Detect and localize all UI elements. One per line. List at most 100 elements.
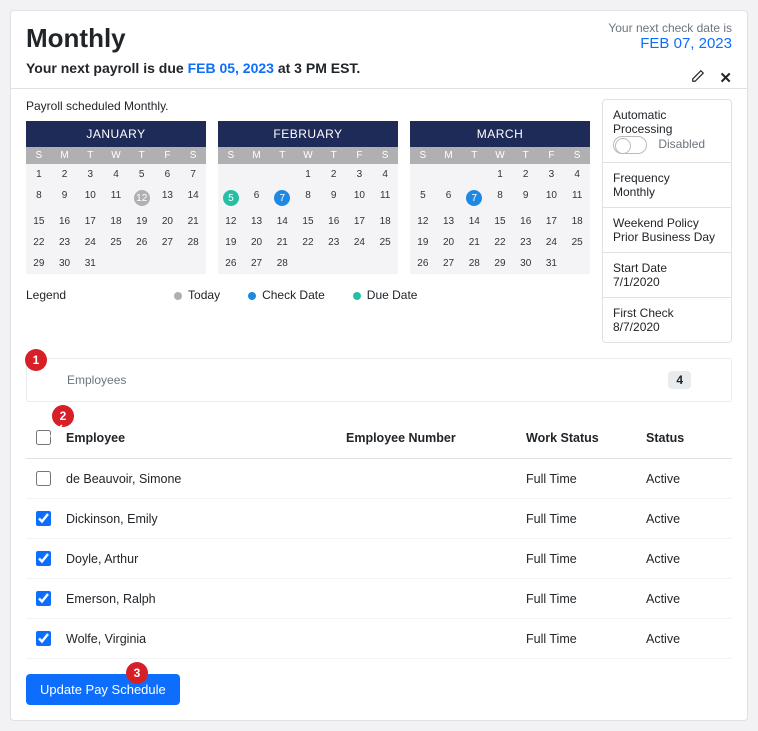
- day-cell[interactable]: 14: [180, 185, 206, 211]
- day-cell[interactable]: 17: [347, 211, 373, 232]
- update-pay-schedule-button[interactable]: Update Pay Schedule: [26, 674, 180, 705]
- day-cell[interactable]: 21: [180, 211, 206, 232]
- day-cell[interactable]: 3: [539, 164, 565, 185]
- day-cell[interactable]: 24: [539, 232, 565, 253]
- day-cell[interactable]: 18: [103, 211, 129, 232]
- day-cell[interactable]: 13: [155, 185, 181, 211]
- edit-icon[interactable]: [691, 69, 705, 87]
- day-cell[interactable]: 22: [26, 232, 52, 253]
- day-cell[interactable]: 4: [372, 164, 398, 185]
- auto-toggle[interactable]: [613, 136, 647, 154]
- day-cell[interactable]: 8: [295, 185, 321, 211]
- row-checkbox[interactable]: [36, 551, 51, 566]
- day-cell[interactable]: 23: [513, 232, 539, 253]
- day-cell[interactable]: 16: [52, 211, 78, 232]
- day-cell[interactable]: 10: [77, 185, 103, 211]
- day-cell[interactable]: 6: [436, 185, 462, 211]
- day-cell[interactable]: 15: [295, 211, 321, 232]
- day-cell[interactable]: 5: [410, 185, 436, 211]
- day-cell[interactable]: 28: [180, 232, 206, 253]
- day-cell[interactable]: 8: [26, 185, 52, 211]
- day-cell[interactable]: 29: [26, 253, 52, 274]
- day-cell[interactable]: 14: [269, 211, 295, 232]
- day-cell[interactable]: 18: [372, 211, 398, 232]
- day-cell[interactable]: 8: [487, 185, 513, 211]
- day-cell[interactable]: 19: [129, 211, 155, 232]
- day-cell[interactable]: 7: [180, 164, 206, 185]
- day-cell[interactable]: 26: [410, 253, 436, 274]
- day-cell[interactable]: 20: [244, 232, 270, 253]
- row-checkbox[interactable]: [36, 591, 51, 606]
- due-date-link[interactable]: FEB 05, 2023: [188, 60, 274, 76]
- day-cell[interactable]: 19: [218, 232, 244, 253]
- day-cell[interactable]: 24: [347, 232, 373, 253]
- day-cell[interactable]: 30: [513, 253, 539, 274]
- day-cell[interactable]: 9: [321, 185, 347, 211]
- table-row[interactable]: Wolfe, VirginiaFull TimeActive: [26, 619, 732, 659]
- day-cell[interactable]: 10: [347, 185, 373, 211]
- day-cell[interactable]: 28: [269, 253, 295, 274]
- day-cell[interactable]: 12: [410, 211, 436, 232]
- row-checkbox[interactable]: [36, 471, 51, 486]
- table-row[interactable]: Emerson, RalphFull TimeActive: [26, 579, 732, 619]
- day-cell[interactable]: 5: [129, 164, 155, 185]
- day-cell[interactable]: 1: [487, 164, 513, 185]
- day-cell[interactable]: 2: [513, 164, 539, 185]
- day-cell[interactable]: 11: [372, 185, 398, 211]
- table-row[interactable]: Dickinson, EmilyFull TimeActive: [26, 499, 732, 539]
- day-cell[interactable]: 26: [129, 232, 155, 253]
- day-cell[interactable]: 14: [461, 211, 487, 232]
- col-number[interactable]: Employee Number: [340, 417, 520, 459]
- day-cell[interactable]: 12: [218, 211, 244, 232]
- day-cell[interactable]: 29: [487, 253, 513, 274]
- col-employee[interactable]: Employee: [60, 417, 340, 459]
- day-cell[interactable]: 31: [77, 253, 103, 274]
- day-cell[interactable]: 20: [155, 211, 181, 232]
- day-cell[interactable]: 22: [487, 232, 513, 253]
- day-cell[interactable]: 13: [436, 211, 462, 232]
- day-cell[interactable]: 16: [513, 211, 539, 232]
- col-work[interactable]: Work Status: [520, 417, 640, 459]
- row-checkbox[interactable]: [36, 631, 51, 646]
- day-cell[interactable]: 7: [461, 185, 487, 211]
- day-cell[interactable]: 11: [564, 185, 590, 211]
- next-check-date[interactable]: FEB 07, 2023: [640, 35, 732, 52]
- day-cell[interactable]: 31: [539, 253, 565, 274]
- day-cell[interactable]: 2: [52, 164, 78, 185]
- day-cell[interactable]: 21: [269, 232, 295, 253]
- day-cell[interactable]: 17: [77, 211, 103, 232]
- day-cell[interactable]: 21: [461, 232, 487, 253]
- day-cell[interactable]: 6: [244, 185, 270, 211]
- day-cell[interactable]: 1: [26, 164, 52, 185]
- day-cell[interactable]: 3: [77, 164, 103, 185]
- day-cell[interactable]: 3: [347, 164, 373, 185]
- day-cell[interactable]: 6: [155, 164, 181, 185]
- day-cell[interactable]: 12: [129, 185, 155, 211]
- day-cell[interactable]: 10: [539, 185, 565, 211]
- day-cell[interactable]: 4: [564, 164, 590, 185]
- day-cell[interactable]: 4: [103, 164, 129, 185]
- day-cell[interactable]: 30: [52, 253, 78, 274]
- day-cell[interactable]: 28: [461, 253, 487, 274]
- table-row[interactable]: de Beauvoir, SimoneFull TimeActive: [26, 459, 732, 499]
- day-cell[interactable]: 17: [539, 211, 565, 232]
- day-cell[interactable]: 15: [26, 211, 52, 232]
- day-cell[interactable]: 25: [103, 232, 129, 253]
- day-cell[interactable]: 26: [218, 253, 244, 274]
- day-cell[interactable]: 23: [321, 232, 347, 253]
- day-cell[interactable]: 22: [295, 232, 321, 253]
- day-cell[interactable]: 27: [244, 253, 270, 274]
- day-cell[interactable]: 11: [103, 185, 129, 211]
- day-cell[interactable]: 20: [436, 232, 462, 253]
- day-cell[interactable]: 25: [564, 232, 590, 253]
- day-cell[interactable]: 5: [218, 185, 244, 211]
- day-cell[interactable]: 23: [52, 232, 78, 253]
- day-cell[interactable]: 19: [410, 232, 436, 253]
- day-cell[interactable]: 13: [244, 211, 270, 232]
- row-checkbox[interactable]: [36, 511, 51, 526]
- day-cell[interactable]: 16: [321, 211, 347, 232]
- day-cell[interactable]: 15: [487, 211, 513, 232]
- day-cell[interactable]: 1: [295, 164, 321, 185]
- day-cell[interactable]: 7: [269, 185, 295, 211]
- day-cell[interactable]: 9: [513, 185, 539, 211]
